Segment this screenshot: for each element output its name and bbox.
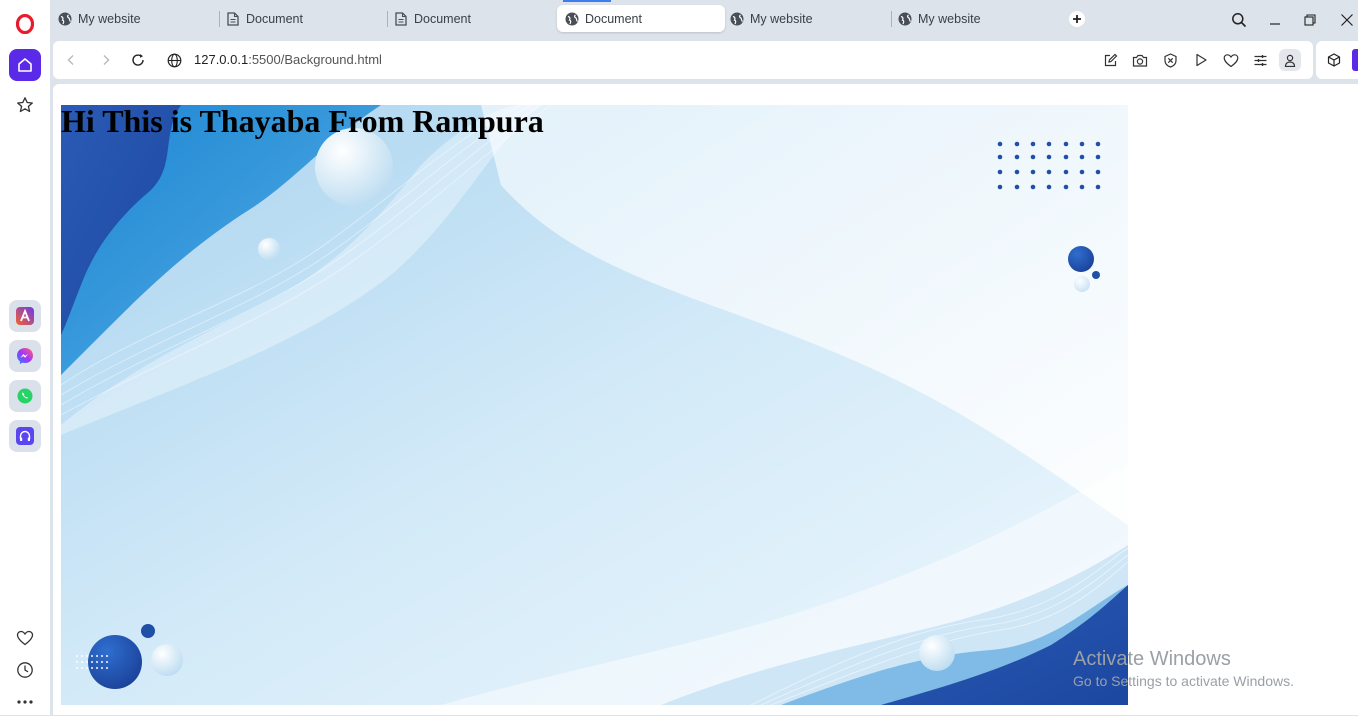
back-arrow-icon — [67, 55, 74, 65]
reload-icon — [132, 54, 144, 66]
camera-icon — [1132, 54, 1148, 67]
back-button[interactable] — [62, 51, 80, 69]
watermark-subtitle: Go to Settings to activate Windows. — [1073, 673, 1294, 689]
sidebar-toggle[interactable] — [1352, 49, 1358, 71]
aria-button[interactable] — [9, 300, 41, 332]
tab-3[interactable]: Document — [386, 5, 551, 32]
whatsapp-button[interactable] — [9, 380, 41, 412]
activate-windows-watermark: Activate Windows Go to Settings to activ… — [1073, 647, 1294, 691]
tab-strip: My website Document Document Document My… — [50, 0, 1358, 40]
address-toolbar: 127.0.0.1:5500/Background.html — [53, 41, 1313, 79]
globe-icon — [730, 12, 744, 26]
tab-6[interactable]: My website — [890, 5, 1055, 32]
sidebar — [0, 0, 50, 715]
forward-arrow-icon — [103, 55, 110, 65]
player-button[interactable] — [1192, 51, 1210, 69]
close-icon — [1341, 14, 1353, 26]
heart-icon — [1223, 53, 1239, 67]
tab-4-active[interactable]: Document — [557, 5, 725, 32]
restore-icon — [1304, 14, 1316, 26]
tab-label: My website — [750, 11, 813, 26]
bookmark-heart-button[interactable] — [1222, 51, 1240, 69]
tab-search-button[interactable] — [1229, 10, 1249, 30]
globe-icon — [898, 12, 912, 26]
adblock-button[interactable] — [1161, 51, 1179, 69]
extensions-button[interactable] — [1325, 51, 1343, 69]
reload-button[interactable] — [129, 51, 147, 69]
extensions-panel — [1316, 41, 1358, 79]
tab-label: My website — [78, 11, 141, 26]
document-icon — [226, 11, 240, 26]
whatsapp-icon — [17, 388, 33, 404]
settings-sliders-icon — [1254, 54, 1266, 66]
edit-button[interactable] — [1101, 51, 1119, 69]
music-player-button[interactable] — [9, 420, 41, 452]
cube-icon — [1327, 53, 1341, 67]
page-heading: Hi This is Thayaba From Rampura — [61, 103, 544, 139]
tab-label: Document — [246, 11, 303, 26]
heart-icon — [16, 630, 34, 646]
home-button[interactable] — [9, 49, 41, 81]
plus-icon — [1073, 15, 1081, 23]
headphones-icon — [16, 427, 34, 445]
globe-icon — [565, 12, 579, 26]
close-window-button[interactable] — [1337, 10, 1357, 30]
globe-outline-icon — [167, 53, 181, 67]
tab-1[interactable]: My website — [50, 5, 215, 32]
tab-label: My website — [918, 11, 981, 26]
globe-icon — [58, 12, 72, 26]
star-icon — [17, 97, 33, 113]
forward-button[interactable] — [97, 51, 115, 69]
tab-2[interactable]: Document — [218, 5, 383, 32]
easy-setup-button[interactable] — [1251, 51, 1269, 69]
clock-icon — [17, 662, 33, 678]
minimize-icon — [1270, 23, 1280, 25]
search-icon — [1232, 13, 1247, 28]
tab-5[interactable]: My website — [722, 5, 887, 32]
tab-label: Document — [585, 11, 642, 26]
url-field[interactable]: 127.0.0.1:5500/Background.html — [194, 52, 382, 67]
watermark-title: Activate Windows — [1073, 648, 1231, 670]
more-icon — [17, 700, 33, 704]
history-button[interactable] — [9, 654, 41, 686]
document-icon — [394, 11, 408, 26]
user-icon — [1284, 54, 1296, 67]
home-icon — [18, 58, 32, 72]
page-viewport: Hi This is Thayaba From Rampura Activate… — [53, 84, 1358, 715]
site-info-button[interactable] — [165, 51, 183, 69]
more-button[interactable] — [9, 688, 41, 716]
minimize-button[interactable] — [1265, 10, 1285, 30]
active-tab-indicator — [563, 0, 611, 2]
profile-button[interactable] — [1279, 49, 1301, 71]
url-host: 127.0.0.1 — [194, 52, 249, 67]
play-icon — [1196, 53, 1207, 67]
restore-button[interactable] — [1300, 10, 1320, 30]
edit-icon — [1104, 53, 1117, 66]
snapshot-button[interactable] — [1131, 51, 1149, 69]
tab-label: Document — [414, 11, 471, 26]
messenger-button[interactable] — [9, 340, 41, 372]
opera-logo-icon[interactable] — [15, 13, 35, 35]
aria-icon — [16, 307, 34, 325]
background-image — [61, 105, 1128, 705]
url-path: :5500/Background.html — [248, 52, 382, 67]
bookmarks-button[interactable] — [9, 89, 41, 121]
my-flow-button[interactable] — [9, 622, 41, 654]
new-tab-button[interactable] — [1069, 11, 1085, 27]
shield-icon — [1163, 52, 1177, 68]
messenger-icon — [17, 348, 33, 364]
